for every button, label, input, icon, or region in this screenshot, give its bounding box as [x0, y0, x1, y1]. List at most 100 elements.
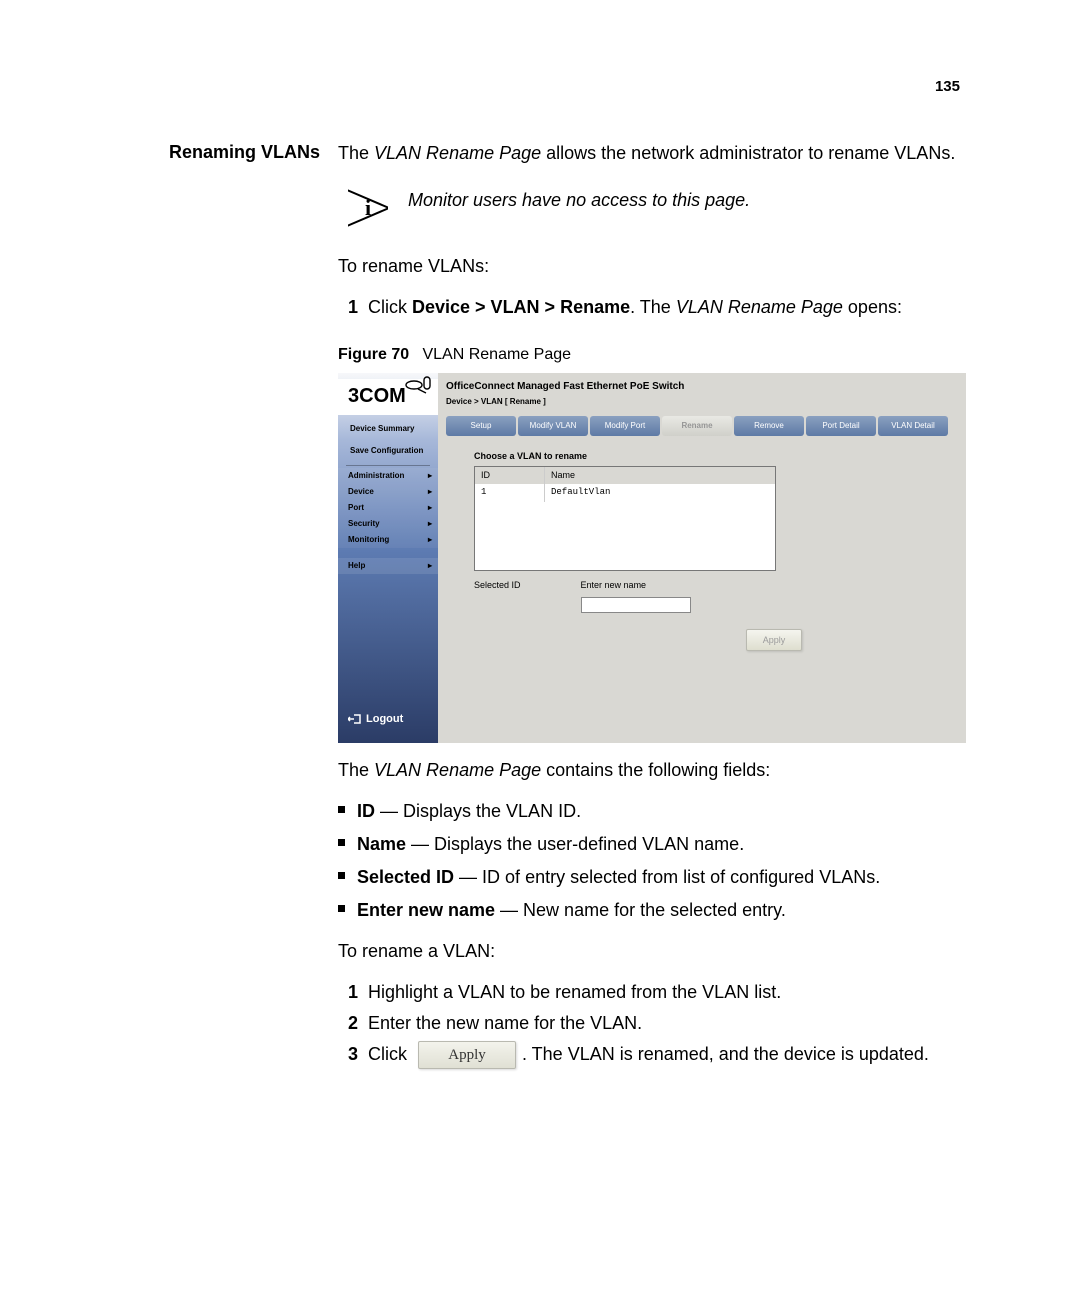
step-number: 3: [338, 1041, 358, 1068]
cell-name: DefaultVlan: [545, 484, 775, 502]
step1-pagename: VLAN Rename Page: [676, 297, 843, 317]
new-name-group: Enter new name: [581, 579, 691, 613]
step-1b: 1 Highlight a VLAN to be renamed from th…: [338, 979, 970, 1006]
page: 135 Renaming VLANs The VLAN Rename Page …: [0, 0, 1080, 1296]
step-number: 2: [338, 1010, 358, 1037]
step3-post: . The VLAN is renamed, and the device is…: [522, 1044, 929, 1064]
chevron-right-icon: ▸: [428, 470, 432, 482]
bullet-icon: [338, 872, 345, 879]
bullet-icon: [338, 905, 345, 912]
tab-remove[interactable]: Remove: [734, 416, 804, 436]
note-text: Monitor users have no access to this pag…: [408, 185, 970, 214]
fields-intro: The VLAN Rename Page contains the follow…: [338, 757, 970, 784]
field-desc: — ID of entry selected from list of conf…: [454, 867, 880, 887]
tab-setup[interactable]: Setup: [446, 416, 516, 436]
svg-text:i: i: [365, 195, 371, 220]
sidebar-link-save-config[interactable]: Save Configuration: [346, 443, 430, 459]
logout-icon: [348, 713, 362, 725]
body-column: The VLAN Rename Page allows the network …: [338, 140, 970, 1075]
cell-id: 1: [475, 484, 545, 502]
table-header: ID Name: [475, 467, 775, 485]
sidebar-item-port[interactable]: Port▸: [338, 500, 438, 516]
intro-prefix: The: [338, 143, 374, 163]
sidebar-item-monitoring[interactable]: Monitoring▸: [338, 532, 438, 548]
chevron-right-icon: ▸: [428, 534, 432, 546]
bullet-icon: [338, 839, 345, 846]
step-3b: 3 Click Apply . The VLAN is renamed, and …: [338, 1041, 970, 1069]
bullet-icon: [338, 806, 345, 813]
field-label: Selected ID: [357, 867, 454, 887]
step3-pre: Click: [368, 1044, 412, 1064]
intro-suffix: allows the network administrator to rena…: [541, 143, 955, 163]
field-label: Enter new name: [357, 900, 495, 920]
intro-paragraph: The VLAN Rename Page allows the network …: [338, 140, 970, 167]
step-2b: 2 Enter the new name for the VLAN.: [338, 1010, 970, 1037]
screenshot-sidebar: 3COM Device Summary Save Configuration A…: [338, 373, 438, 743]
fields-intro-post: contains the following fields:: [541, 760, 770, 780]
col-name: Name: [545, 467, 775, 485]
sidebar-item-administration[interactable]: Administration▸: [338, 468, 438, 484]
list-item: Enter new name — New name for the select…: [338, 897, 970, 924]
screenshot-title: OfficeConnect Managed Fast Ethernet PoE …: [446, 377, 958, 396]
step-1: 1 Click Device > VLAN > Rename. The VLAN…: [338, 294, 970, 321]
field-desc: — Displays the user-defined VLAN name.: [406, 834, 744, 854]
page-number: 135: [935, 78, 960, 95]
logout-label: Logout: [366, 711, 403, 728]
selected-id-group: Selected ID: [474, 579, 521, 613]
sidebar-item-security[interactable]: Security▸: [338, 516, 438, 532]
fields-intro-name: VLAN Rename Page: [374, 760, 541, 780]
chevron-right-icon: ▸: [428, 560, 432, 572]
step-number: 1: [338, 294, 358, 321]
info-icon: i: [338, 185, 408, 239]
panel-title: Choose a VLAN to rename: [446, 446, 958, 466]
step1-post: opens:: [843, 297, 902, 317]
table-row[interactable]: 1 DefaultVlan: [475, 484, 775, 502]
figure-caption: Figure 70 VLAN Rename Page: [338, 343, 970, 367]
apply-button[interactable]: Apply: [746, 629, 802, 651]
step-text: Enter the new name for the VLAN.: [368, 1010, 970, 1037]
tab-modify-vlan[interactable]: Modify VLAN: [518, 416, 588, 436]
sidebar-item-device[interactable]: Device▸: [338, 484, 438, 500]
apply-button-inline[interactable]: Apply: [418, 1041, 516, 1069]
fields-intro-pre: The: [338, 760, 374, 780]
procedure-list-2: 1 Highlight a VLAN to be renamed from th…: [338, 979, 970, 1069]
table-body[interactable]: 1 DefaultVlan: [475, 484, 775, 570]
screenshot-figure: 3COM Device Summary Save Configuration A…: [338, 373, 966, 743]
inputs-row: Selected ID Enter new name: [474, 579, 958, 613]
section-heading: Renaming VLANs: [140, 140, 338, 165]
selected-id-label: Selected ID: [474, 579, 521, 593]
figure-caption-text: VLAN Rename Page: [422, 346, 571, 363]
screenshot-content: OfficeConnect Managed Fast Ethernet PoE …: [438, 373, 966, 743]
col-id: ID: [475, 467, 545, 485]
sidebar-item-help[interactable]: Help▸: [338, 558, 438, 574]
figure-label: Figure 70: [338, 346, 409, 363]
field-desc: — Displays the VLAN ID.: [375, 801, 581, 821]
chevron-right-icon: ▸: [428, 486, 432, 498]
new-name-input[interactable]: [581, 597, 691, 613]
note-row: i Monitor users have no access to this p…: [338, 185, 970, 239]
list-item: Selected ID — ID of entry selected from …: [338, 864, 970, 891]
tab-rename[interactable]: Rename: [662, 416, 732, 436]
sidebar-link-device-summary[interactable]: Device Summary: [346, 421, 430, 437]
field-label: Name: [357, 834, 406, 854]
chevron-right-icon: ▸: [428, 502, 432, 514]
tab-port-detail[interactable]: Port Detail: [806, 416, 876, 436]
step1-mid: . The: [630, 297, 676, 317]
sidebar-divider: [346, 465, 430, 466]
logo-graphic-icon: [404, 375, 432, 395]
logout-button[interactable]: Logout: [348, 711, 403, 728]
tab-modify-port[interactable]: Modify Port: [590, 416, 660, 436]
new-name-label: Enter new name: [581, 579, 691, 593]
to-rename-title: To rename VLANs:: [338, 253, 970, 280]
chevron-right-icon: ▸: [428, 518, 432, 530]
intro-pagename: VLAN Rename Page: [374, 143, 541, 163]
tab-vlan-detail[interactable]: VLAN Detail: [878, 416, 948, 436]
procedure-list-1: 1 Click Device > VLAN > Rename. The VLAN…: [338, 294, 970, 321]
step-number: 1: [338, 979, 358, 1006]
field-list: ID — Displays the VLAN ID. Name — Displa…: [338, 798, 970, 924]
list-item: ID — Displays the VLAN ID.: [338, 798, 970, 825]
to-rename-a-vlan: To rename a VLAN:: [338, 938, 970, 965]
tabs: Setup Modify VLAN Modify Port Rename Rem…: [446, 416, 958, 436]
field-desc: — New name for the selected entry.: [495, 900, 786, 920]
step1-pre: Click: [368, 297, 412, 317]
